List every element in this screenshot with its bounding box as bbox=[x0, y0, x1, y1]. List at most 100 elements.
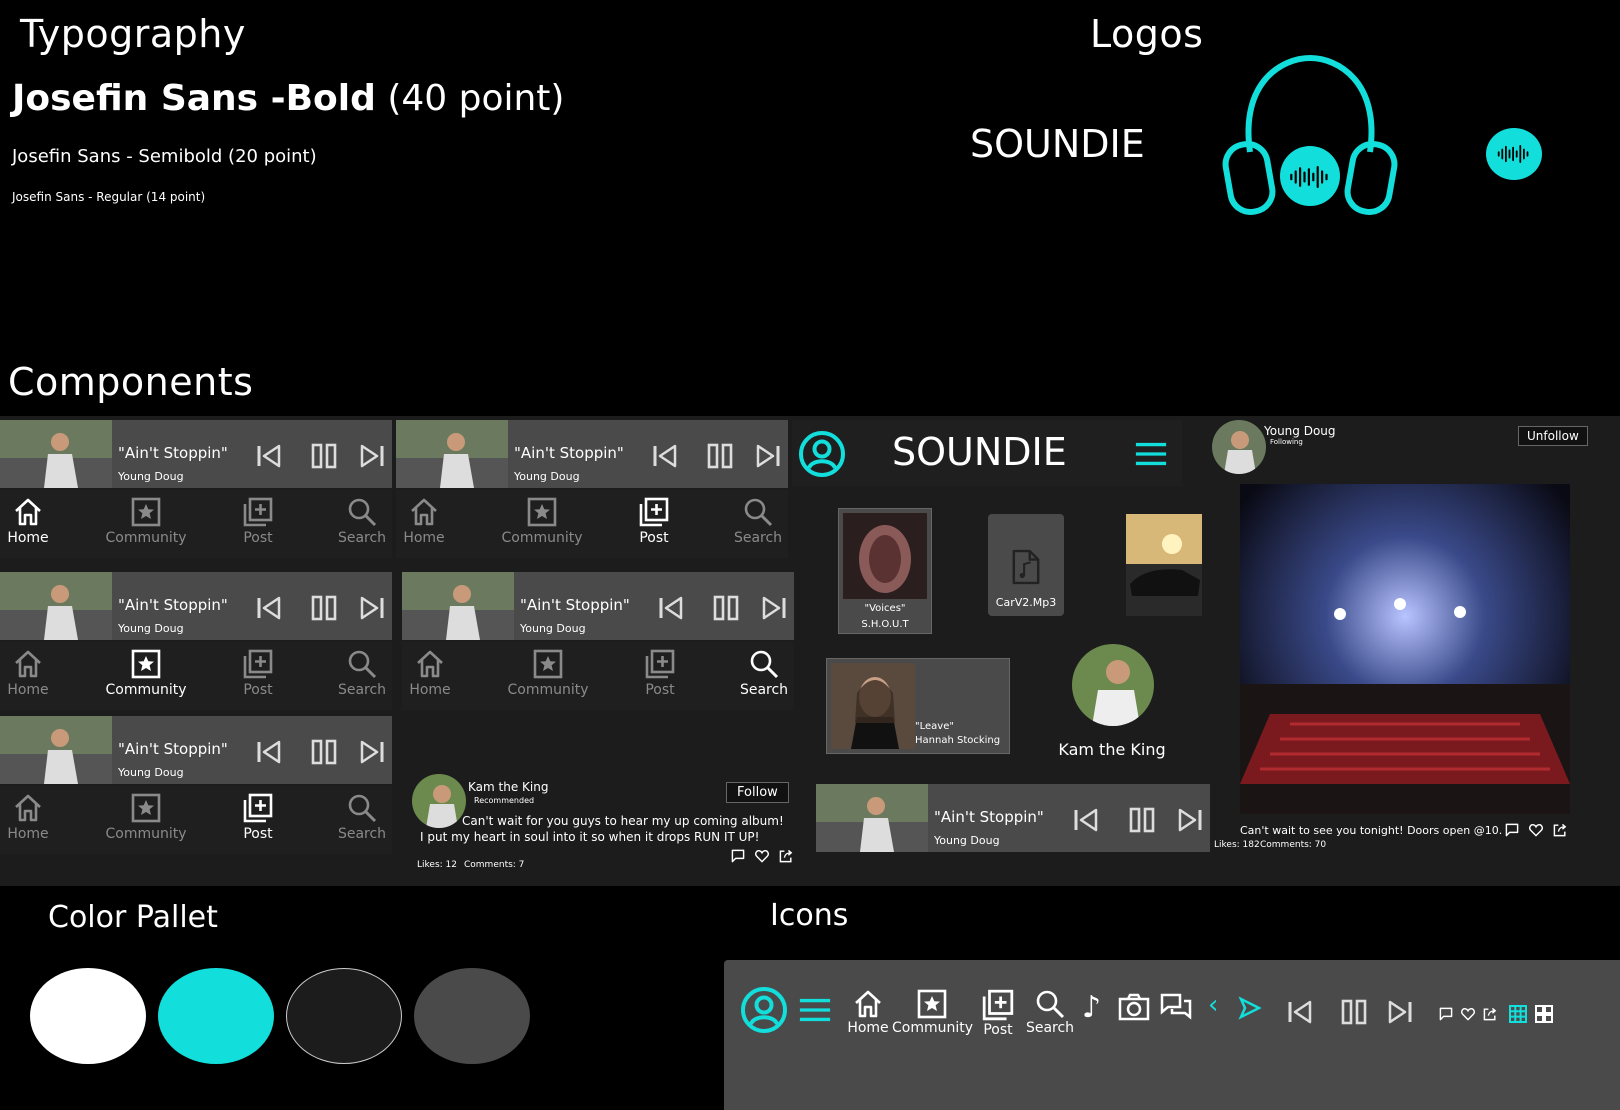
typography-bold-sample: Josefin Sans -Bold (40 point) bbox=[12, 78, 564, 119]
bold-font-size: (40 point) bbox=[387, 78, 565, 119]
prev-icon[interactable] bbox=[651, 442, 679, 470]
heart-icon[interactable] bbox=[1528, 822, 1544, 838]
next-icon[interactable] bbox=[760, 594, 788, 622]
pause-icon[interactable] bbox=[310, 738, 338, 766]
nav-search[interactable]: Search bbox=[334, 496, 390, 546]
pause-icon[interactable] bbox=[712, 594, 740, 622]
post-card-small: Kam the King Recommended Follow Can't wa… bbox=[412, 772, 800, 872]
nav-community[interactable]: Community bbox=[104, 648, 188, 698]
album-thumbnail bbox=[0, 716, 112, 784]
nav-community[interactable]: Community bbox=[500, 496, 584, 546]
header-brand: SOUNDIE bbox=[892, 430, 1067, 474]
avatar bbox=[1212, 420, 1266, 474]
pause-icon[interactable] bbox=[310, 594, 338, 622]
next-icon[interactable] bbox=[358, 594, 386, 622]
nav-post[interactable]: Post bbox=[232, 792, 284, 842]
player-bar[interactable]: "Ain't Stoppin" Young Doug bbox=[402, 572, 794, 640]
nav-home[interactable]: Home bbox=[400, 496, 448, 546]
follow-button[interactable]: Follow bbox=[726, 782, 789, 803]
nav-search[interactable]: Search bbox=[334, 792, 390, 842]
next-icon[interactable] bbox=[1176, 806, 1204, 834]
nav-post[interactable]: Post bbox=[232, 648, 284, 698]
music-note-icon: ♪ bbox=[1082, 990, 1102, 1025]
player-bar[interactable]: "Ain't Stoppin" Young Doug bbox=[0, 420, 392, 488]
track-artist: Young Doug bbox=[934, 834, 1000, 847]
nav-community[interactable]: Community bbox=[506, 648, 590, 698]
comment-icon[interactable] bbox=[730, 848, 746, 864]
search-icon bbox=[748, 648, 780, 680]
post-comments: Comments: 7 bbox=[464, 860, 525, 870]
prev-icon[interactable] bbox=[255, 594, 283, 622]
community-star-icon bbox=[130, 792, 162, 824]
player-bar[interactable]: "Ain't Stoppin" Young Doug bbox=[0, 572, 392, 640]
community-star-icon bbox=[532, 648, 564, 680]
post-icon bbox=[242, 792, 274, 824]
nav-home[interactable]: Home bbox=[4, 648, 52, 698]
profile-icon[interactable] bbox=[798, 430, 846, 478]
hamburger-menu-icon[interactable] bbox=[1134, 440, 1168, 468]
nav-search[interactable]: Search bbox=[736, 648, 792, 698]
nav-community[interactable]: Community bbox=[104, 496, 188, 546]
nav-home[interactable]: Home bbox=[4, 496, 52, 546]
post-icon bbox=[644, 648, 676, 680]
icon-sheet: Home Community Post Search ♪ ‹ bbox=[724, 960, 1620, 1110]
profile-tile[interactable]: Kam the King bbox=[1050, 644, 1174, 764]
section-title-components: Components bbox=[8, 360, 254, 404]
icon-home-label: Home bbox=[847, 1020, 889, 1036]
app-icon-logo bbox=[1486, 128, 1542, 180]
next-icon[interactable] bbox=[754, 442, 782, 470]
nav-search[interactable]: Search bbox=[730, 496, 786, 546]
album-tile-leave[interactable]: "Leave" Hannah Stocking bbox=[826, 658, 1010, 754]
album-thumbnail bbox=[402, 572, 514, 640]
icon-search: Search bbox=[1024, 988, 1076, 1036]
prev-icon bbox=[1286, 998, 1314, 1026]
post-tag: Following bbox=[1270, 438, 1303, 446]
track-title: "Ain't Stoppin" bbox=[514, 444, 624, 462]
avatar bbox=[412, 774, 466, 828]
icon-home: Home bbox=[846, 988, 890, 1036]
track-artist: Young Doug bbox=[514, 470, 580, 483]
player-bar[interactable]: "Ain't Stoppin" Young Doug bbox=[0, 716, 392, 784]
file-tile[interactable]: CarV2.Mp3 bbox=[988, 514, 1064, 616]
prev-icon[interactable] bbox=[255, 738, 283, 766]
heart-icon[interactable] bbox=[754, 848, 770, 864]
car-image-tile[interactable] bbox=[1126, 514, 1202, 616]
app-header: SOUNDIE bbox=[792, 420, 1182, 486]
comment-icon[interactable] bbox=[1504, 822, 1520, 838]
community-star-icon bbox=[526, 496, 558, 528]
post-tag: Recommended bbox=[474, 796, 535, 805]
album-cover bbox=[843, 513, 927, 599]
share-icon[interactable] bbox=[1552, 822, 1568, 838]
nav-home[interactable]: Home bbox=[4, 792, 52, 842]
pause-icon[interactable] bbox=[706, 442, 734, 470]
nav-post[interactable]: Post bbox=[232, 496, 284, 546]
prev-icon[interactable] bbox=[255, 442, 283, 470]
post-icon bbox=[638, 496, 670, 528]
nav-community[interactable]: Community bbox=[104, 792, 188, 842]
nav-post[interactable]: Post bbox=[628, 496, 680, 546]
nav-home[interactable]: Home bbox=[406, 648, 454, 698]
album-tile-voices[interactable]: "Voices" S.H.O.U.T bbox=[838, 508, 932, 634]
hamburger-menu-icon bbox=[798, 996, 832, 1024]
prev-icon[interactable] bbox=[1072, 806, 1100, 834]
nav-post-label: Post bbox=[243, 530, 273, 546]
nav-search[interactable]: Search bbox=[334, 648, 390, 698]
bottom-nav: Home Community Post Search bbox=[402, 642, 794, 710]
share-icon[interactable] bbox=[778, 848, 794, 864]
prev-icon[interactable] bbox=[657, 594, 685, 622]
home-icon bbox=[12, 496, 44, 528]
pause-icon[interactable] bbox=[1128, 806, 1156, 834]
pause-icon[interactable] bbox=[310, 442, 338, 470]
next-icon[interactable] bbox=[358, 738, 386, 766]
nav-search-label: Search bbox=[337, 682, 387, 698]
unfollow-button[interactable]: Unfollow bbox=[1518, 426, 1588, 446]
next-icon[interactable] bbox=[358, 442, 386, 470]
grid-view-icon bbox=[1509, 1005, 1527, 1023]
player-bar[interactable]: "Ain't Stoppin" Young Doug bbox=[816, 784, 1210, 852]
nav-post[interactable]: Post bbox=[634, 648, 686, 698]
post-author: Young Doug bbox=[1264, 424, 1336, 438]
nav-search-label: Search bbox=[733, 530, 783, 546]
player-bar[interactable]: "Ain't Stoppin" Young Doug bbox=[396, 420, 788, 488]
profile-icon bbox=[740, 986, 788, 1034]
post-image-stage[interactable] bbox=[1240, 484, 1570, 814]
